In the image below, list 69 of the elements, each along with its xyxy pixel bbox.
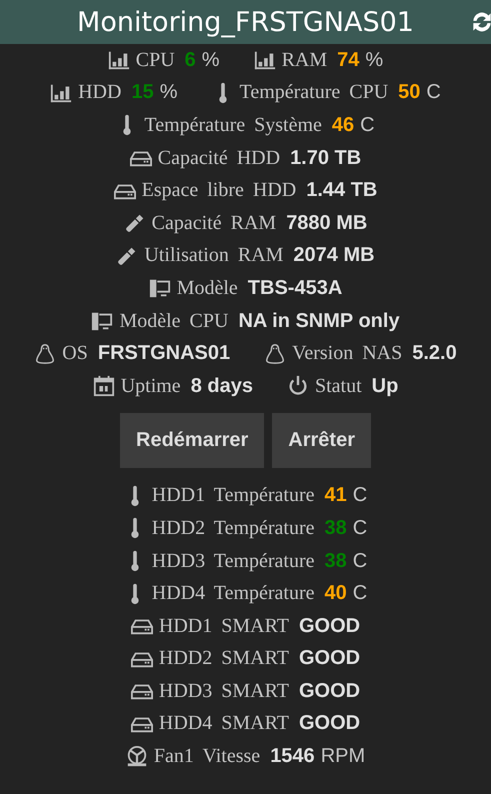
metric-label: Capacité HDD bbox=[158, 146, 280, 170]
metric-value: 74 bbox=[337, 48, 360, 72]
metric-value: 8 days bbox=[190, 374, 253, 398]
metric-label: Température Système bbox=[144, 114, 322, 137]
metric-unit: C bbox=[360, 114, 375, 137]
metric-value: 1.70 TB bbox=[290, 146, 362, 170]
metric-value: 2074 MB bbox=[293, 244, 375, 268]
metric-label: CPU bbox=[136, 48, 175, 72]
fan-icon bbox=[126, 746, 148, 768]
metric-value: 15 bbox=[131, 81, 154, 104]
metric-unit: C bbox=[352, 516, 368, 540]
metric-value: 7880 MB bbox=[286, 212, 368, 235]
metric-value: 46 bbox=[332, 114, 354, 137]
computer-icon bbox=[91, 310, 114, 332]
metric-label: OS bbox=[62, 342, 88, 366]
metric-value: 50 bbox=[398, 81, 420, 104]
metric-value: NA in SNMP only bbox=[238, 310, 400, 333]
metric-value: GOOD bbox=[298, 680, 360, 703]
action-button[interactable]: Arrêter bbox=[272, 412, 371, 468]
metric-value: 40 bbox=[324, 582, 347, 606]
metric-label: Température CPU bbox=[240, 81, 388, 104]
metric-label: HDD4 Température bbox=[152, 582, 315, 606]
metric-label: HDD bbox=[78, 81, 122, 104]
metric-label: Modèle bbox=[176, 276, 238, 300]
memory-stick-icon bbox=[124, 212, 146, 234]
metric-label: Version NAS bbox=[292, 342, 402, 366]
metric-label: HDD1 SMART bbox=[158, 614, 289, 638]
metric-label: HDD1 Température bbox=[152, 484, 315, 508]
metric-value: 38 bbox=[324, 516, 347, 540]
metric-value: TBS-453A bbox=[248, 276, 342, 300]
metric-label: Modèle CPU bbox=[119, 310, 228, 333]
metric-label: HDD2 SMART bbox=[158, 647, 289, 670]
metric-value: 38 bbox=[324, 550, 347, 573]
metric-label: Statut bbox=[314, 374, 362, 398]
metric-value: 41 bbox=[324, 484, 347, 508]
metric-label: HDD2 Température bbox=[152, 516, 315, 540]
metric-unit: % bbox=[202, 48, 220, 72]
metric-value: GOOD bbox=[298, 647, 360, 670]
metric-label: HDD3 SMART bbox=[158, 680, 289, 703]
metric-unit: % bbox=[365, 48, 384, 72]
computer-icon bbox=[148, 277, 171, 300]
metric-value: FRSTGNAS01 bbox=[98, 342, 230, 366]
metric-label: Fan1 Vitesse bbox=[154, 745, 260, 768]
metric-label: Uptime bbox=[120, 374, 181, 398]
metric-value: 6 bbox=[184, 48, 196, 72]
calendar-icon bbox=[92, 375, 115, 398]
metric-label: HDD4 SMART bbox=[158, 712, 289, 736]
window-title: Monitoring_FRSTGNAS01 bbox=[77, 6, 414, 38]
metric-label: Capacité RAM bbox=[152, 212, 276, 235]
metric-value: 1.44 TB bbox=[306, 179, 378, 202]
action-button[interactable]: Redémarrer bbox=[120, 412, 264, 468]
metric-unit: RPM bbox=[320, 745, 366, 768]
metric-value: Up bbox=[372, 374, 398, 398]
metric-label: HDD3 Température bbox=[152, 550, 315, 573]
bar-chart-icon bbox=[254, 49, 276, 72]
power-icon bbox=[286, 375, 309, 398]
metric-value: 1546 bbox=[270, 745, 315, 768]
metric-unit: % bbox=[160, 81, 178, 104]
metric-label: Utilisation RAM bbox=[144, 244, 284, 268]
metric-label: Espace libre HDD bbox=[142, 179, 296, 202]
metric-unit: C bbox=[426, 81, 441, 104]
metric-unit: C bbox=[352, 582, 368, 606]
bar-chart-icon bbox=[108, 49, 130, 72]
metric-unit: C bbox=[352, 550, 368, 573]
metric-unit: C bbox=[352, 484, 368, 508]
metric-value: GOOD bbox=[298, 614, 360, 638]
metric-label: RAM bbox=[282, 48, 328, 72]
metric-value: GOOD bbox=[298, 712, 360, 736]
metric-value: 5.2.0 bbox=[412, 342, 457, 366]
